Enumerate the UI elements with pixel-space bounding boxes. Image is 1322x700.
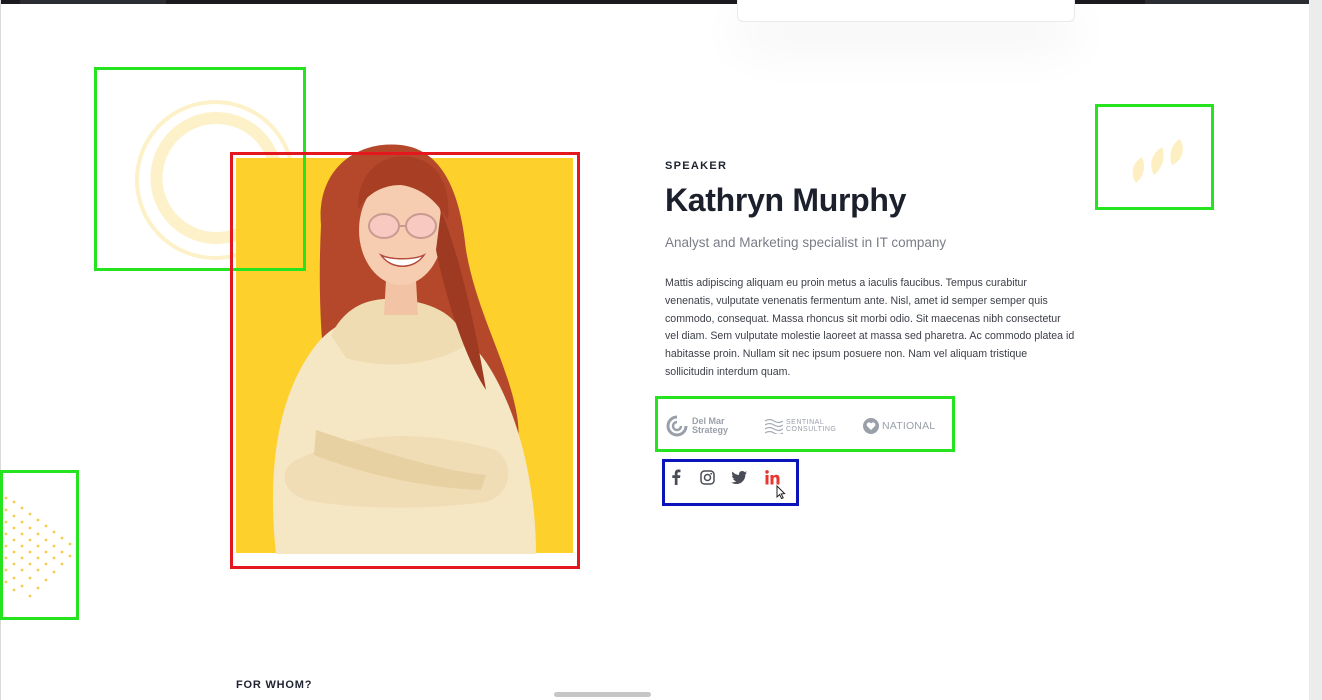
logo-del-mar-strategy: Del Mar Strategy: [665, 412, 728, 440]
linkedin-link[interactable]: [763, 468, 781, 486]
twitter-link[interactable]: [730, 468, 748, 486]
logo-national: NATIONAL: [863, 412, 935, 440]
linkedin-icon: [764, 469, 779, 484]
vertical-scrollbar[interactable]: [1309, 0, 1322, 700]
wave-swirl-icon: [666, 415, 688, 437]
horizontal-scrollbar-thumb[interactable]: [554, 692, 651, 697]
partner-logos: Del Mar Strategy SENTINAL CONSULTING NAT…: [665, 412, 945, 440]
logo-line: CONSULTING: [786, 426, 837, 433]
mouse-cursor-icon: [776, 485, 786, 499]
speaker-name: Kathryn Murphy: [665, 182, 907, 218]
logo-line: Strategy: [692, 425, 729, 435]
speaker-role: Analyst and Marketing specialist in IT c…: [665, 235, 947, 250]
dropdown-card: [737, 0, 1075, 22]
top-bar: [0, 0, 1322, 4]
section-eyebrow: SPEAKER: [665, 160, 728, 172]
instagram-link[interactable]: [698, 468, 716, 486]
speaker-bio: Mattis adipiscing aliquam eu proin metus…: [665, 277, 1075, 378]
next-section-heading: FOR WHOM?: [236, 679, 313, 691]
social-links: [667, 468, 792, 488]
logo-text: NATIONAL: [882, 419, 936, 432]
heart-badge-icon: [863, 418, 879, 434]
annotation-box-dots: [0, 470, 79, 620]
facebook-link[interactable]: [667, 468, 685, 486]
annotation-box-quote: [1095, 104, 1214, 210]
waves-icon: [765, 418, 783, 434]
instagram-icon: [699, 469, 715, 485]
logo-line: SENTINAL: [786, 419, 825, 426]
logo-sentinal-consulting: SENTINAL CONSULTING: [765, 412, 836, 440]
twitter-icon: [731, 470, 747, 484]
top-bar-segment: [20, 0, 166, 4]
annotation-box-photo: [230, 152, 580, 569]
facebook-icon: [672, 469, 681, 485]
top-bar-segment: [1145, 0, 1309, 4]
